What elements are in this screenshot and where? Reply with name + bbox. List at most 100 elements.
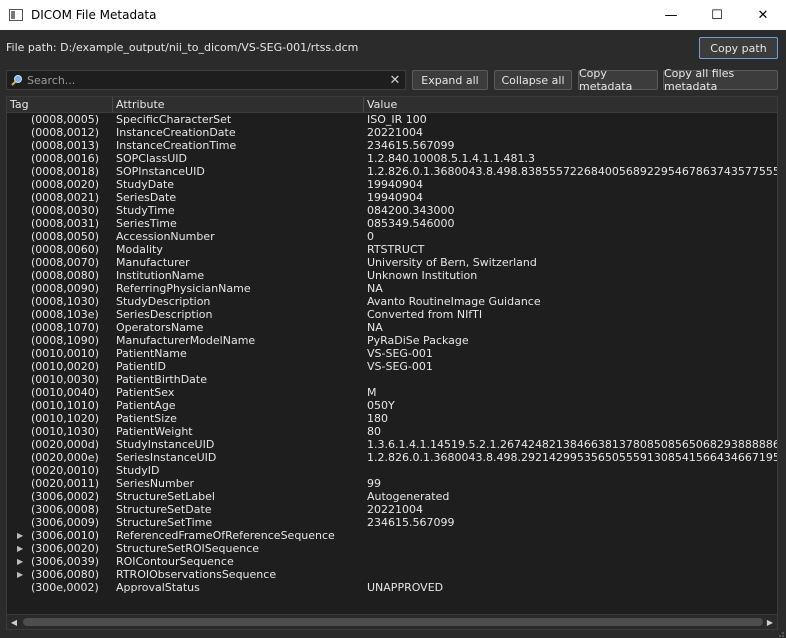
scroll-right-icon[interactable]: ▶ <box>763 615 777 629</box>
tree-row[interactable]: (0010,0010) PatientName VS-SEG-001 <box>7 347 777 360</box>
value-cell: Autogenerated <box>367 490 450 503</box>
expand-arrow-icon[interactable]: ▶ <box>17 568 23 581</box>
tree-row[interactable]: ▶ (3006,0080) RTROIObservationsSequence <box>7 568 777 581</box>
expand-arrow-icon[interactable]: ▶ <box>17 529 23 542</box>
tree-row[interactable]: (0010,0020) PatientID VS-SEG-001 <box>7 360 777 373</box>
metadata-tree[interactable]: Tag Attribute Value (0008,0005) SpecificC… <box>6 96 778 630</box>
expand-all-button[interactable]: Expand all <box>412 70 488 90</box>
title-bar: DICOM File Metadata — ☐ ✕ <box>0 0 786 30</box>
column-header-tag[interactable]: Tag <box>7 97 113 112</box>
tag-cell: (0010,0030) <box>31 373 100 386</box>
close-button[interactable]: ✕ <box>740 0 786 30</box>
tree-row[interactable]: (0008,1070) OperatorsName NA <box>7 321 777 334</box>
tree-row[interactable]: (0008,0030) StudyTime 084200.343000 <box>7 204 777 217</box>
tree-row[interactable]: (0008,0050) AccessionNumber 0 <box>7 230 777 243</box>
tree-row[interactable]: (0008,0016) SOPClassUID 1.2.840.10008.5.1.… <box>7 152 777 165</box>
value-cell: PyRaDiSe Package <box>367 334 469 347</box>
tree-row[interactable]: (0008,1030) StudyDescription Avanto Routin… <box>7 295 777 308</box>
attribute-cell: StructureSetDate <box>116 503 212 516</box>
attribute-cell: Manufacturer <box>116 256 190 269</box>
collapse-all-button[interactable]: Collapse all <box>494 70 572 90</box>
clear-search-icon[interactable]: ✕ <box>387 72 403 88</box>
tree-row[interactable]: (0010,0040) PatientSex M <box>7 386 777 399</box>
expand-arrow-icon[interactable]: ▶ <box>17 542 23 555</box>
scrollbar-thumb[interactable] <box>23 618 763 626</box>
horizontal-scrollbar[interactable]: ◀ ▶ <box>7 614 777 629</box>
tree-row[interactable]: (0010,1020) PatientSize 180 <box>7 412 777 425</box>
attribute-cell: PatientBirthDate <box>116 373 208 386</box>
column-header-attribute[interactable]: Attribute <box>113 97 364 112</box>
attribute-cell: PatientSex <box>116 386 175 399</box>
tree-row[interactable]: (0008,1090) ManufacturerModelName PyRaDiSe… <box>7 334 777 347</box>
search-input[interactable] <box>27 73 387 87</box>
tree-row[interactable]: (0008,0020) StudyDate 19940904 <box>7 178 777 191</box>
tree-row[interactable]: (0010,1030) PatientWeight 80 <box>7 425 777 438</box>
value-cell: 80 <box>367 425 381 438</box>
value-cell: NA <box>367 282 383 295</box>
column-header-value[interactable]: Value <box>364 97 777 112</box>
tag-cell: (3006,0020) <box>31 542 100 555</box>
tag-cell: (0008,0016) <box>31 152 100 165</box>
tree-row[interactable]: ▶ (3006,0039) ROIContourSequence <box>7 555 777 568</box>
maximize-button[interactable]: ☐ <box>694 0 740 30</box>
tree-row[interactable]: (0010,1010) PatientAge 050Y <box>7 399 777 412</box>
tag-cell: (3006,0002) <box>31 490 100 503</box>
tag-cell: (0020,0010) <box>31 464 100 477</box>
attribute-cell: PatientWeight <box>116 425 193 438</box>
value-cell: Converted from NIfTI <box>367 308 483 321</box>
tree-row[interactable]: (0020,0010) StudyID <box>7 464 777 477</box>
file-path-row: File path: D:/example_output/nii_to_dico… <box>0 36 786 60</box>
tree-row[interactable]: (3006,0002) StructureSetLabel Autogenerate… <box>7 490 777 503</box>
tree-row[interactable]: (0008,0005) SpecificCharacterSet ISO_IR 10… <box>7 113 777 126</box>
copy-path-button[interactable]: Copy path <box>699 37 778 59</box>
tree-row[interactable]: (0008,0012) InstanceCreationDate 20221004 <box>7 126 777 139</box>
app-window-icon <box>9 9 23 21</box>
attribute-cell: StructureSetLabel <box>116 490 215 503</box>
value-cell: 050Y <box>367 399 395 412</box>
attribute-cell: StudyDate <box>116 178 175 191</box>
attribute-cell: SOPInstanceUID <box>116 165 205 178</box>
attribute-cell: SpecificCharacterSet <box>116 113 232 126</box>
tree-row[interactable]: (0020,000d) StudyInstanceUID 1.3.6.1.4.1.1… <box>7 438 777 451</box>
value-cell: 1.2.826.0.1.3680043.8.498.83855572268400… <box>367 165 778 178</box>
value-cell: UNAPPROVED <box>367 581 444 594</box>
value-cell: NA <box>367 321 383 334</box>
copy-all-files-metadata-button[interactable]: Copy all files metadata <box>663 67 778 93</box>
attribute-cell: AccessionNumber <box>116 230 215 243</box>
tree-row[interactable]: ▶ (3006,0010) ReferencedFrameOfReferenceSe… <box>7 529 777 542</box>
window-title: DICOM File Metadata <box>31 8 157 22</box>
tree-row[interactable]: (300e,0002) ApprovalStatus UNAPPROVED <box>7 581 777 594</box>
tree-row[interactable]: (0008,0080) InstitutionName Unknown Instit… <box>7 269 777 282</box>
tree-row[interactable]: (0008,0031) SeriesTime 085349.546000 <box>7 217 777 230</box>
attribute-cell: Modality <box>116 243 163 256</box>
tree-row[interactable]: (0008,0060) Modality RTSTRUCT <box>7 243 777 256</box>
scroll-left-icon[interactable]: ◀ <box>7 615 21 629</box>
tree-row[interactable]: (0008,0021) SeriesDate 19940904 <box>7 191 777 204</box>
tree-row[interactable]: (0008,0090) ReferringPhysicianName NA <box>7 282 777 295</box>
tag-cell: (0008,0050) <box>31 230 100 243</box>
tree-row[interactable]: (0008,0013) InstanceCreationTime 234615.56… <box>7 139 777 152</box>
tree-row[interactable]: (0008,0018) SOPInstanceUID 1.2.826.0.1.368… <box>7 165 777 178</box>
file-path-label: File path: D:/example_output/nii_to_dico… <box>6 41 359 54</box>
tree-row[interactable]: (0008,103e) SeriesDescription Converted fr… <box>7 308 777 321</box>
expand-arrow-icon[interactable]: ▶ <box>17 555 23 568</box>
value-cell: Unknown Institution <box>367 269 478 282</box>
tag-cell: (3006,0009) <box>31 516 100 529</box>
tree-row[interactable]: (0020,000e) SeriesInstanceUID 1.2.826.0.1.… <box>7 451 777 464</box>
resize-grip-icon[interactable] <box>776 629 784 637</box>
value-cell: 0 <box>367 230 374 243</box>
tree-row[interactable]: (0010,0030) PatientBirthDate <box>7 373 777 386</box>
attribute-cell: SeriesTime <box>116 217 177 230</box>
tree-row[interactable]: (0020,0011) SeriesNumber 99 <box>7 477 777 490</box>
tag-cell: (0010,1030) <box>31 425 100 438</box>
minimize-button[interactable]: — <box>648 0 694 30</box>
value-cell: 1.2.826.0.1.3680043.8.498.29214299535650… <box>367 451 778 464</box>
copy-metadata-button[interactable]: Copy metadata <box>578 67 658 93</box>
attribute-cell: StructureSetROISequence <box>116 542 260 555</box>
tree-row[interactable]: (0008,0070) Manufacturer University of Ber… <box>7 256 777 269</box>
attribute-cell: SeriesNumber <box>116 477 195 490</box>
tree-row[interactable]: (3006,0008) StructureSetDate 20221004 <box>7 503 777 516</box>
tree-row[interactable]: (3006,0009) StructureSetTime 234615.567099 <box>7 516 777 529</box>
tree-row[interactable]: ▶ (3006,0020) StructureSetROISequence <box>7 542 777 555</box>
value-cell: 19940904 <box>367 191 423 204</box>
